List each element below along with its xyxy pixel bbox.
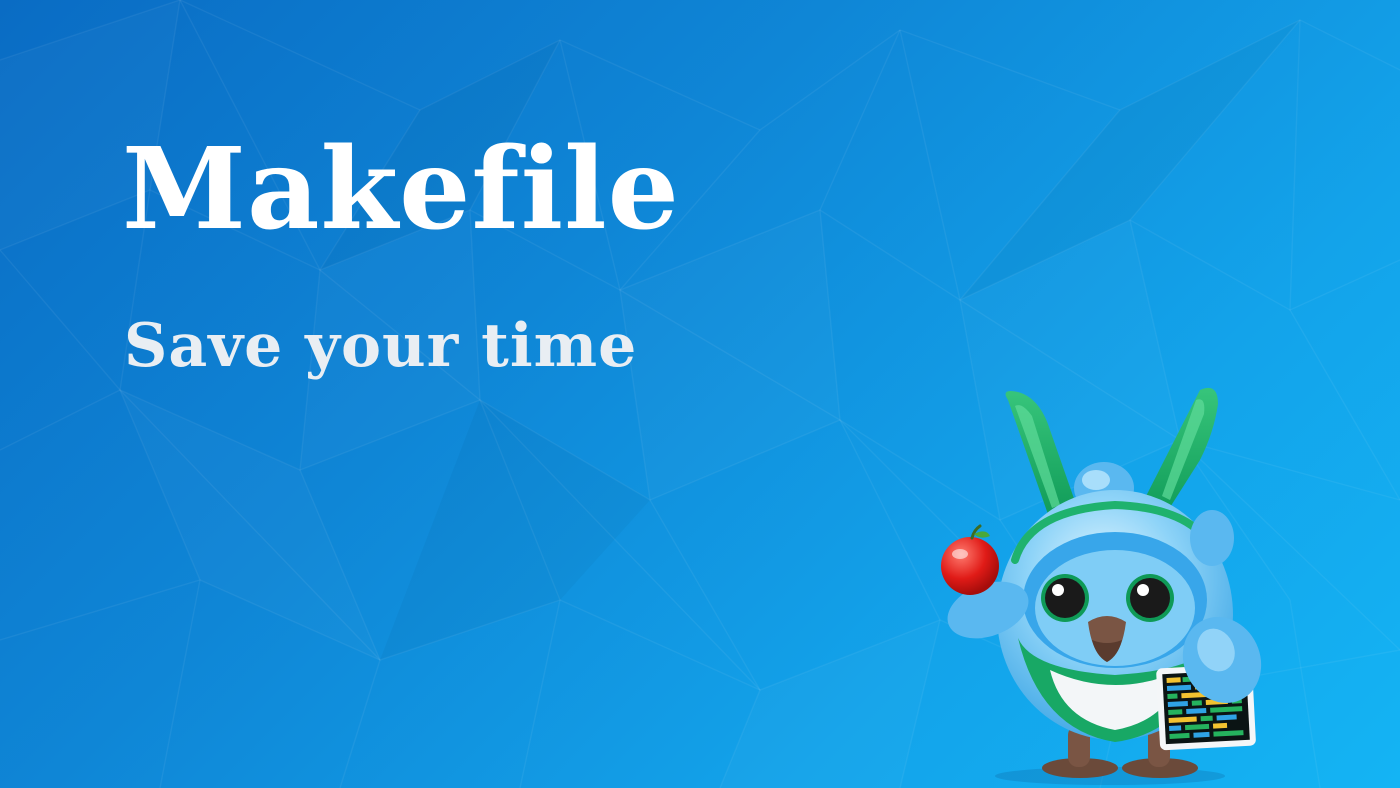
page-subtitle: Save your time [124,311,638,381]
bird-mascot-icon [941,387,1262,785]
banner: Makefile Save your time [0,0,1400,788]
apple-icon [941,524,999,595]
page-title: Makefile [122,124,680,255]
